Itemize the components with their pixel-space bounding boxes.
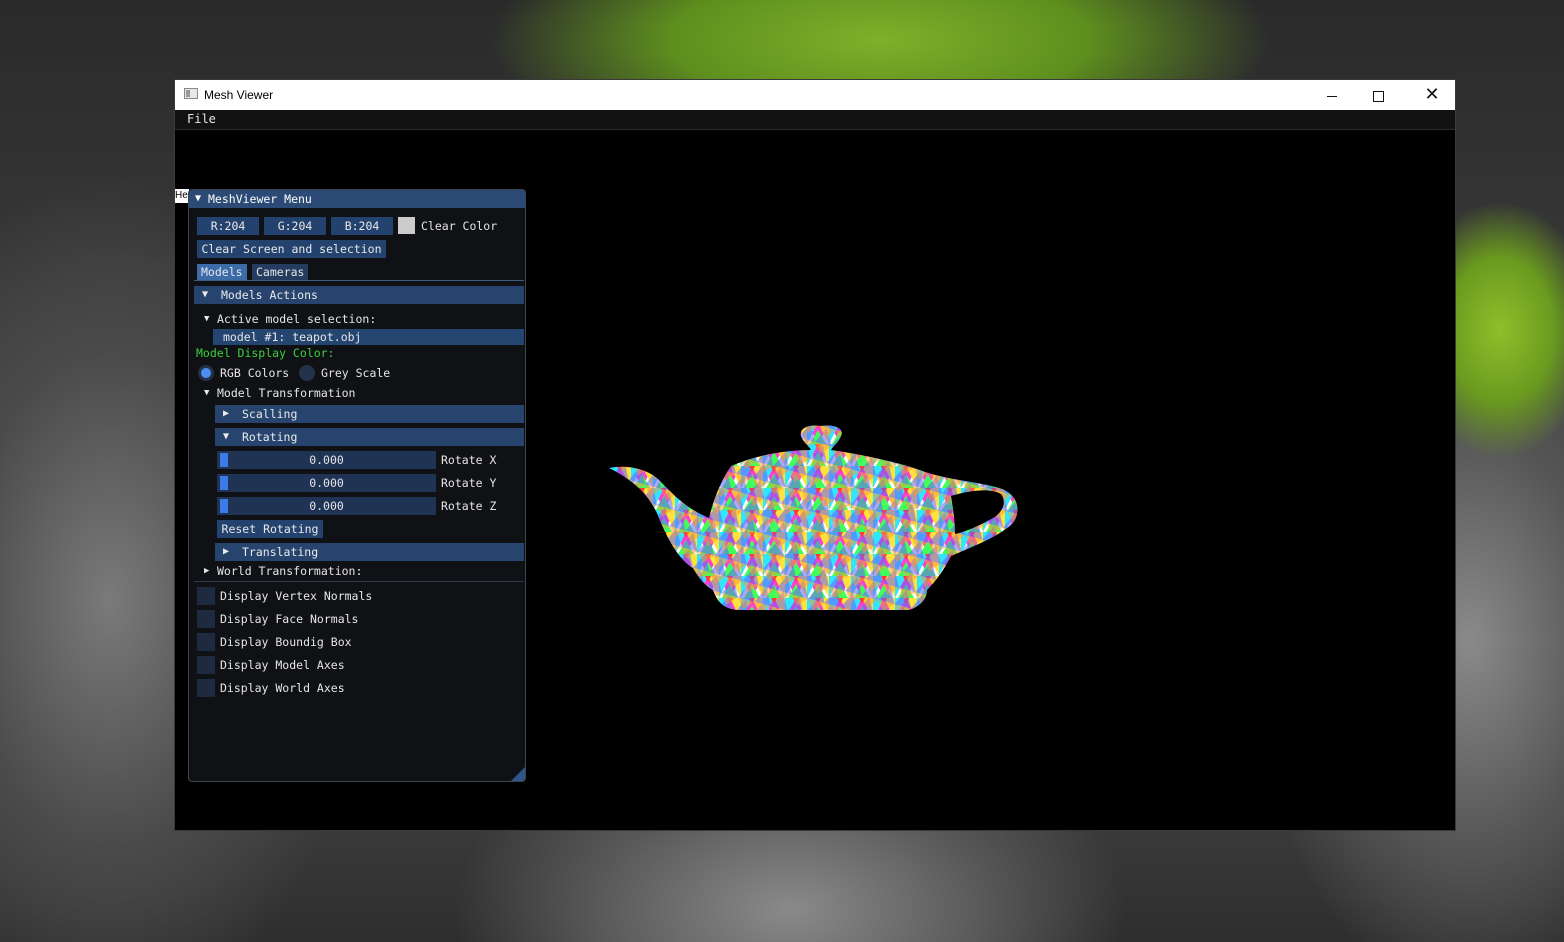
rotate-z-value: 0.000 xyxy=(309,499,344,513)
expanded-arrow-icon: ▼ xyxy=(202,289,209,300)
model-transformation-label[interactable]: Model Transformation xyxy=(217,386,355,400)
collapse-triangle-icon[interactable]: ▼ xyxy=(195,190,201,208)
rotate-x-label: Rotate X xyxy=(441,453,497,467)
maximize-icon xyxy=(1372,90,1384,102)
rgb-colors-label: RGB Colors xyxy=(220,366,290,380)
window-title: Mesh Viewer xyxy=(204,88,274,102)
display-color-label: Model Display Color: xyxy=(196,346,335,360)
world-axes-checkbox[interactable] xyxy=(197,679,215,697)
minimize-button[interactable] xyxy=(1309,80,1355,110)
world-axes-label: Display World Axes xyxy=(220,681,345,695)
vertex-normals-checkbox[interactable] xyxy=(197,587,215,605)
tab-cameras[interactable]: Cameras xyxy=(252,264,309,280)
face-normals-label: Display Face Normals xyxy=(220,612,359,626)
resize-grip[interactable] xyxy=(511,767,525,781)
rotate-z-label: Rotate Z xyxy=(441,499,497,513)
rotate-y-slider[interactable]: 0.000 xyxy=(217,474,436,492)
panel-title: MeshViewer Menu xyxy=(208,192,312,206)
bounding-box-label: Display Boundig Box xyxy=(220,635,352,649)
scaling-header[interactable]: ▶ Scalling xyxy=(215,405,524,423)
blue-value-button[interactable]: B:204 xyxy=(331,217,393,235)
tree-expanded-icon[interactable]: ▼ xyxy=(204,314,209,324)
reset-rotating-button[interactable]: Reset Rotating xyxy=(217,520,323,538)
vertex-normals-label: Display Vertex Normals xyxy=(220,589,373,603)
rgb-colors-radio[interactable] xyxy=(198,365,214,381)
tree-expanded-icon[interactable]: ▼ xyxy=(204,388,209,398)
translating-label: Translating xyxy=(242,545,319,559)
bounding-box-checkbox[interactable] xyxy=(197,633,215,651)
rotate-x-slider[interactable]: 0.000 xyxy=(217,451,436,469)
world-transformation-label[interactable]: World Transformation: xyxy=(217,564,362,578)
rotate-x-value: 0.000 xyxy=(309,453,344,467)
menu-file[interactable]: File xyxy=(187,112,216,126)
tab-models[interactable]: Models xyxy=(197,264,247,280)
grey-scale-radio[interactable] xyxy=(299,365,315,381)
rotate-y-value: 0.000 xyxy=(309,476,344,490)
model-list-item[interactable]: model #1: teapot.obj xyxy=(213,329,524,345)
rotate-y-label: Rotate Y xyxy=(441,476,497,490)
translating-header[interactable]: ▶ Translating xyxy=(215,543,524,561)
rotate-z-slider[interactable]: 0.000 xyxy=(217,497,436,515)
clear-screen-button[interactable]: Clear Screen and selection xyxy=(197,240,386,258)
active-model-label[interactable]: Active model selection: xyxy=(217,312,376,326)
app-icon xyxy=(184,88,198,99)
meshviewer-menu-panel: ▼ MeshViewer Menu R:204 G:204 B:204 Clea… xyxy=(188,189,526,782)
render-viewport[interactable]: He ▼ MeshViewer Menu R:204 G:204 B:204 C… xyxy=(175,130,1455,830)
maximize-button[interactable] xyxy=(1355,80,1401,110)
grey-scale-label: Grey Scale xyxy=(321,366,391,380)
models-actions-header[interactable]: ▼ Models Actions xyxy=(194,286,524,304)
green-value-button[interactable]: G:204 xyxy=(264,217,326,235)
expanded-arrow-icon: ▼ xyxy=(223,431,230,442)
title-bar[interactable]: Mesh Viewer ✕ xyxy=(175,80,1455,110)
clear-color-swatch[interactable] xyxy=(398,217,415,234)
tab-underline xyxy=(194,280,524,281)
clear-color-label: Clear Color xyxy=(421,219,498,233)
model-axes-label: Display Model Axes xyxy=(220,658,345,672)
teapot-render xyxy=(609,425,1018,611)
separator xyxy=(194,581,524,582)
rotating-header[interactable]: ▼ Rotating xyxy=(215,428,524,446)
close-button[interactable]: ✕ xyxy=(1409,80,1455,110)
models-actions-label: Models Actions xyxy=(221,288,318,302)
rotating-label: Rotating xyxy=(242,430,298,444)
close-icon: ✕ xyxy=(1424,84,1440,105)
collapsed-arrow-icon: ▶ xyxy=(223,408,230,419)
hidden-window-tab[interactable]: He xyxy=(175,189,189,203)
tree-collapsed-icon[interactable]: ▶ xyxy=(204,566,209,576)
face-normals-checkbox[interactable] xyxy=(197,610,215,628)
red-value-button[interactable]: R:204 xyxy=(197,217,259,235)
menu-bar: File xyxy=(175,110,1455,130)
scaling-label: Scalling xyxy=(242,407,298,421)
mesh-viewer-window: Mesh Viewer ✕ File He ▼ MeshViewer Menu … xyxy=(175,80,1455,830)
model-axes-checkbox[interactable] xyxy=(197,656,215,674)
minimize-icon xyxy=(1327,95,1337,97)
panel-title-bar[interactable]: ▼ MeshViewer Menu xyxy=(189,190,525,208)
collapsed-arrow-icon: ▶ xyxy=(223,546,230,557)
